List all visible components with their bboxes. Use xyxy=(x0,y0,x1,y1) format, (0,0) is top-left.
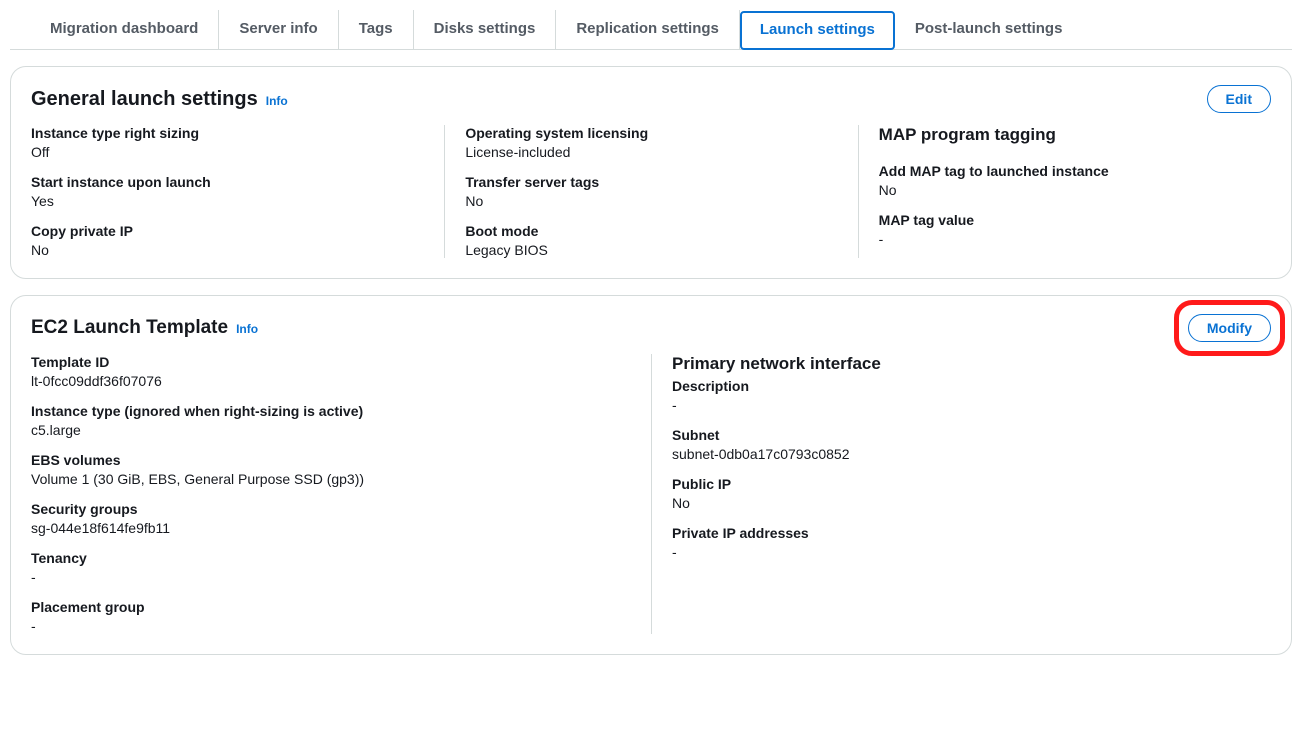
kv-public-ip: Public IP No xyxy=(672,476,1251,511)
value-placement-group: - xyxy=(31,618,631,634)
kv-map-tag-value: MAP tag value - xyxy=(879,212,1251,247)
tab-tags[interactable]: Tags xyxy=(339,10,414,49)
kv-boot-mode: Boot mode Legacy BIOS xyxy=(465,223,837,258)
tab-migration-dashboard[interactable]: Migration dashboard xyxy=(30,10,219,49)
value-instance-type-right-sizing: Off xyxy=(31,144,424,160)
kv-private-ip-addresses: Private IP addresses - xyxy=(672,525,1251,560)
ec2-col-left: Template ID lt-0fcc09ddf36f07076 Instanc… xyxy=(31,354,651,634)
value-boot-mode: Legacy BIOS xyxy=(465,242,837,258)
label-template-id: Template ID xyxy=(31,354,631,370)
general-launch-settings-panel: General launch settings Info Edit Instan… xyxy=(10,66,1292,279)
map-program-tagging-heading: MAP program tagging xyxy=(879,125,1251,145)
kv-os-licensing: Operating system licensing License-inclu… xyxy=(465,125,837,160)
kv-copy-private-ip: Copy private IP No xyxy=(31,223,424,258)
value-copy-private-ip: No xyxy=(31,242,424,258)
ec2-title: EC2 Launch Template xyxy=(31,317,228,339)
label-copy-private-ip: Copy private IP xyxy=(31,223,424,239)
general-info-link[interactable]: Info xyxy=(266,94,288,108)
general-col-mid: Operating system licensing License-inclu… xyxy=(444,125,857,258)
value-public-ip: No xyxy=(672,495,1251,511)
modify-highlight: Modify xyxy=(1188,314,1271,342)
label-subnet: Subnet xyxy=(672,427,1251,443)
kv-template-id: Template ID lt-0fcc09ddf36f07076 xyxy=(31,354,631,389)
kv-transfer-tags: Transfer server tags No xyxy=(465,174,837,209)
value-map-tag-value: - xyxy=(879,231,1251,247)
value-subnet: subnet-0db0a17c0793c0852 xyxy=(672,446,1251,462)
kv-ebs-volumes: EBS volumes Volume 1 (30 GiB, EBS, Gener… xyxy=(31,452,631,487)
kv-placement-group: Placement group - xyxy=(31,599,631,634)
label-placement-group: Placement group xyxy=(31,599,631,615)
label-security-groups: Security groups xyxy=(31,501,631,517)
tab-replication-settings[interactable]: Replication settings xyxy=(556,10,740,49)
label-start-instance: Start instance upon launch xyxy=(31,174,424,190)
ec2-launch-template-panel: EC2 Launch Template Info Modify Template… xyxy=(10,295,1292,655)
edit-button[interactable]: Edit xyxy=(1207,85,1271,113)
ec2-info-link[interactable]: Info xyxy=(236,322,258,336)
value-start-instance: Yes xyxy=(31,193,424,209)
tabs-nav: Migration dashboard Server info Tags Dis… xyxy=(10,10,1292,50)
ec2-grid: Template ID lt-0fcc09ddf36f07076 Instanc… xyxy=(31,354,1271,634)
value-description: - xyxy=(672,397,1251,413)
kv-security-groups: Security groups sg-044e18f614fe9fb11 xyxy=(31,501,631,536)
kv-start-instance: Start instance upon launch Yes xyxy=(31,174,424,209)
general-launch-title-wrap: General launch settings Info xyxy=(31,88,288,111)
kv-description: Description - xyxy=(672,378,1251,413)
value-add-map-tag: No xyxy=(879,182,1251,198)
label-ebs-volumes: EBS volumes xyxy=(31,452,631,468)
general-col-right: MAP program tagging Add MAP tag to launc… xyxy=(858,125,1271,258)
label-instance-type-right-sizing: Instance type right sizing xyxy=(31,125,424,141)
tab-server-info[interactable]: Server info xyxy=(219,10,338,49)
ec2-header: EC2 Launch Template Info Modify xyxy=(31,314,1271,342)
value-tenancy: - xyxy=(31,569,631,585)
label-boot-mode: Boot mode xyxy=(465,223,837,239)
general-launch-header: General launch settings Info Edit xyxy=(31,85,1271,113)
value-os-licensing: License-included xyxy=(465,144,837,160)
label-instance-type: Instance type (ignored when right-sizing… xyxy=(31,403,631,419)
modify-button[interactable]: Modify xyxy=(1188,314,1271,342)
label-tenancy: Tenancy xyxy=(31,550,631,566)
kv-instance-type-right-sizing: Instance type right sizing Off xyxy=(31,125,424,160)
primary-network-interface-heading: Primary network interface xyxy=(672,354,1251,374)
value-transfer-tags: No xyxy=(465,193,837,209)
ec2-title-wrap: EC2 Launch Template Info xyxy=(31,317,258,339)
value-ebs-volumes: Volume 1 (30 GiB, EBS, General Purpose S… xyxy=(31,471,631,487)
value-security-groups: sg-044e18f614fe9fb11 xyxy=(31,520,631,536)
label-add-map-tag: Add MAP tag to launched instance xyxy=(879,163,1251,179)
ec2-col-right: Primary network interface Description - … xyxy=(651,354,1271,634)
kv-subnet: Subnet subnet-0db0a17c0793c0852 xyxy=(672,427,1251,462)
tab-post-launch-settings[interactable]: Post-launch settings xyxy=(895,10,1083,49)
general-launch-grid: Instance type right sizing Off Start ins… xyxy=(31,125,1271,258)
kv-instance-type: Instance type (ignored when right-sizing… xyxy=(31,403,631,438)
label-private-ip-addresses: Private IP addresses xyxy=(672,525,1251,541)
label-map-tag-value: MAP tag value xyxy=(879,212,1251,228)
general-col-left: Instance type right sizing Off Start ins… xyxy=(31,125,444,258)
general-launch-title: General launch settings xyxy=(31,88,258,111)
label-os-licensing: Operating system licensing xyxy=(465,125,837,141)
kv-add-map-tag: Add MAP tag to launched instance No xyxy=(879,163,1251,198)
tab-disks-settings[interactable]: Disks settings xyxy=(414,10,557,49)
value-instance-type: c5.large xyxy=(31,422,631,438)
label-description: Description xyxy=(672,378,1251,394)
value-private-ip-addresses: - xyxy=(672,544,1251,560)
value-template-id: lt-0fcc09ddf36f07076 xyxy=(31,373,631,389)
kv-tenancy: Tenancy - xyxy=(31,550,631,585)
tab-launch-settings[interactable]: Launch settings xyxy=(740,11,895,50)
label-transfer-tags: Transfer server tags xyxy=(465,174,837,190)
label-public-ip: Public IP xyxy=(672,476,1251,492)
